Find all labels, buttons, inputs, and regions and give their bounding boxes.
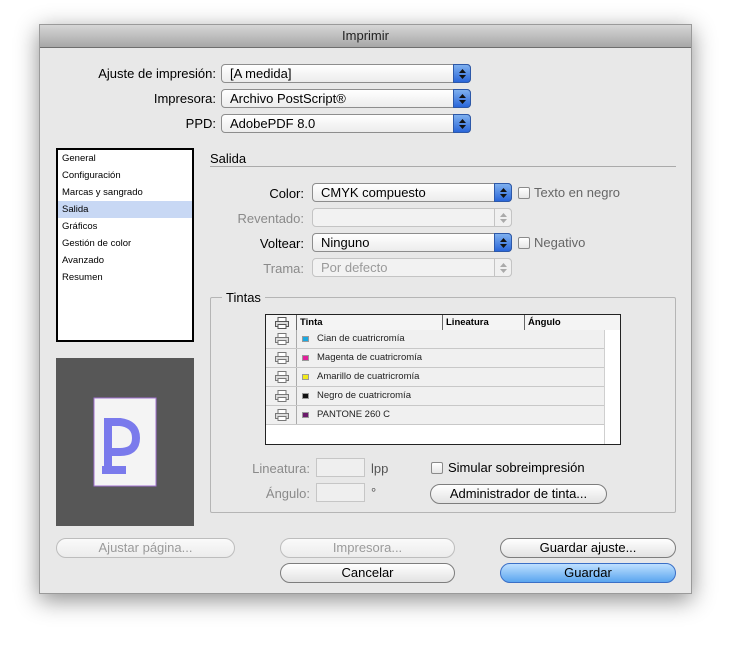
updown-arrows-icon (494, 233, 512, 252)
section-title: Salida (210, 151, 247, 166)
ink-swatch (302, 374, 309, 380)
sidebar-item-marcas[interactable]: Marcas y sangrado (58, 184, 192, 201)
inks-table-header: Tinta Lineatura Ángulo (266, 315, 620, 331)
flip-select[interactable]: Ninguno (312, 233, 512, 252)
print-toggle[interactable] (266, 368, 297, 386)
negative-label: Negativo (534, 235, 586, 250)
inks-group-title: Tintas (222, 290, 265, 305)
section-divider (210, 166, 676, 167)
updown-arrows-icon (453, 89, 471, 108)
ink-swatch (302, 336, 309, 342)
printer-icon (275, 352, 289, 364)
frequency-label: Lineatura: (252, 461, 310, 476)
sidebar-item-general[interactable]: General (58, 150, 192, 167)
table-scrollbar[interactable] (604, 330, 620, 444)
sidebar-item-salida[interactable]: Salida (58, 201, 192, 218)
sidebar-item-graficos[interactable]: Gráficos (58, 218, 192, 235)
print-toggle[interactable] (266, 349, 297, 367)
printer-button[interactable]: Impresora... (280, 538, 455, 558)
save-preset-button[interactable]: Guardar ajuste... (500, 538, 676, 558)
print-toggle[interactable] (266, 387, 297, 405)
simulate-overprint-checkbox[interactable] (431, 462, 443, 474)
ink-swatch (302, 412, 309, 418)
page-setup-button[interactable]: Ajustar página... (56, 538, 235, 558)
ink-name: Amarillo de cuatricromía (317, 371, 420, 382)
ppd-label: PPD: (185, 116, 216, 131)
flip-label: Voltear: (259, 236, 304, 251)
angle-unit: ° (371, 485, 377, 500)
ink-row[interactable]: Magenta de cuatricromía (266, 349, 604, 368)
ink-row[interactable]: Amarillo de cuatricromía (266, 368, 604, 387)
frequency-field[interactable] (316, 458, 365, 477)
printer-value: Archivo PostScript® (230, 91, 346, 106)
ink-swatch (302, 393, 309, 399)
negative-checkbox[interactable] (518, 237, 530, 249)
save-button[interactable]: Guardar (500, 563, 676, 583)
print-toggle[interactable] (266, 330, 297, 348)
print-dialog: Imprimir Ajuste de impresión: [A medida]… (39, 24, 692, 594)
ink-name: Cian de cuatricromía (317, 333, 405, 344)
sidebar-item-avanzado[interactable]: Avanzado (58, 252, 192, 269)
ink-name: Negro de cuatricromía (317, 390, 411, 401)
cancel-button[interactable]: Cancelar (280, 563, 455, 583)
trap-label: Reventado: (237, 211, 305, 226)
page-preview-icon (93, 397, 157, 487)
preset-value: [A medida] (230, 66, 292, 81)
text-black-label: Texto en negro (534, 185, 621, 200)
printer-icon (275, 409, 289, 421)
frequency-unit: lpp (371, 461, 389, 476)
ink-manager-button[interactable]: Administrador de tinta... (430, 484, 607, 504)
ink-row[interactable]: Negro de cuatricromía (266, 387, 604, 406)
updown-arrows-icon (494, 183, 512, 202)
updown-arrows-icon (453, 64, 471, 83)
column-tinta[interactable]: Tinta (297, 315, 443, 330)
preset-select[interactable]: [A medida] (221, 64, 471, 83)
ink-swatch (302, 355, 309, 361)
page-preview (56, 358, 194, 526)
updown-arrows-icon (453, 114, 471, 133)
sidebar-item-configuracion[interactable]: Configuración (58, 167, 192, 184)
printer-icon (275, 333, 289, 345)
printer-icon (275, 371, 289, 383)
updown-arrows-icon (494, 208, 512, 227)
color-label: Color: (269, 186, 304, 201)
printer-select[interactable]: Archivo PostScript® (221, 89, 471, 108)
trap-select[interactable] (312, 208, 512, 227)
print-column-header (266, 315, 297, 330)
column-lineatura[interactable]: Lineatura (443, 315, 525, 330)
category-list[interactable]: General Configuración Marcas y sangrado … (56, 148, 194, 342)
screen-label: Trama: (263, 261, 304, 276)
screen-value: Por defecto (321, 260, 388, 275)
sidebar-item-gestion-color[interactable]: Gestión de color (58, 235, 192, 252)
window-title: Imprimir (40, 25, 691, 48)
sidebar-item-resumen[interactable]: Resumen (58, 269, 192, 286)
updown-arrows-icon (494, 258, 512, 277)
ink-row[interactable]: Cian de cuatricromía (266, 330, 604, 349)
ink-row[interactable]: PANTONE 260 C (266, 406, 604, 425)
ink-name: Magenta de cuatricromía (317, 352, 423, 363)
inks-table[interactable]: Tinta Lineatura Ángulo Cian de cuatricro… (265, 314, 621, 445)
text-black-checkbox[interactable] (518, 187, 530, 199)
print-toggle[interactable] (266, 406, 297, 424)
color-value: CMYK compuesto (321, 185, 426, 200)
color-select[interactable]: CMYK compuesto (312, 183, 512, 202)
angle-label: Ángulo: (265, 486, 310, 501)
screen-select[interactable]: Por defecto (312, 258, 512, 277)
flip-value: Ninguno (321, 235, 370, 250)
ink-name: PANTONE 260 C (317, 409, 391, 420)
simulate-overprint-label: Simular sobreimpresión (448, 460, 585, 475)
printer-icon (275, 390, 289, 402)
ppd-select[interactable]: AdobePDF 8.0 (221, 114, 471, 133)
printer-label: Impresora: (153, 91, 216, 106)
angle-field[interactable] (316, 483, 365, 502)
column-angulo[interactable]: Ángulo (525, 315, 620, 330)
preset-label: Ajuste de impresión: (98, 66, 216, 81)
printer-icon (275, 317, 289, 329)
ppd-value: AdobePDF 8.0 (230, 116, 316, 131)
